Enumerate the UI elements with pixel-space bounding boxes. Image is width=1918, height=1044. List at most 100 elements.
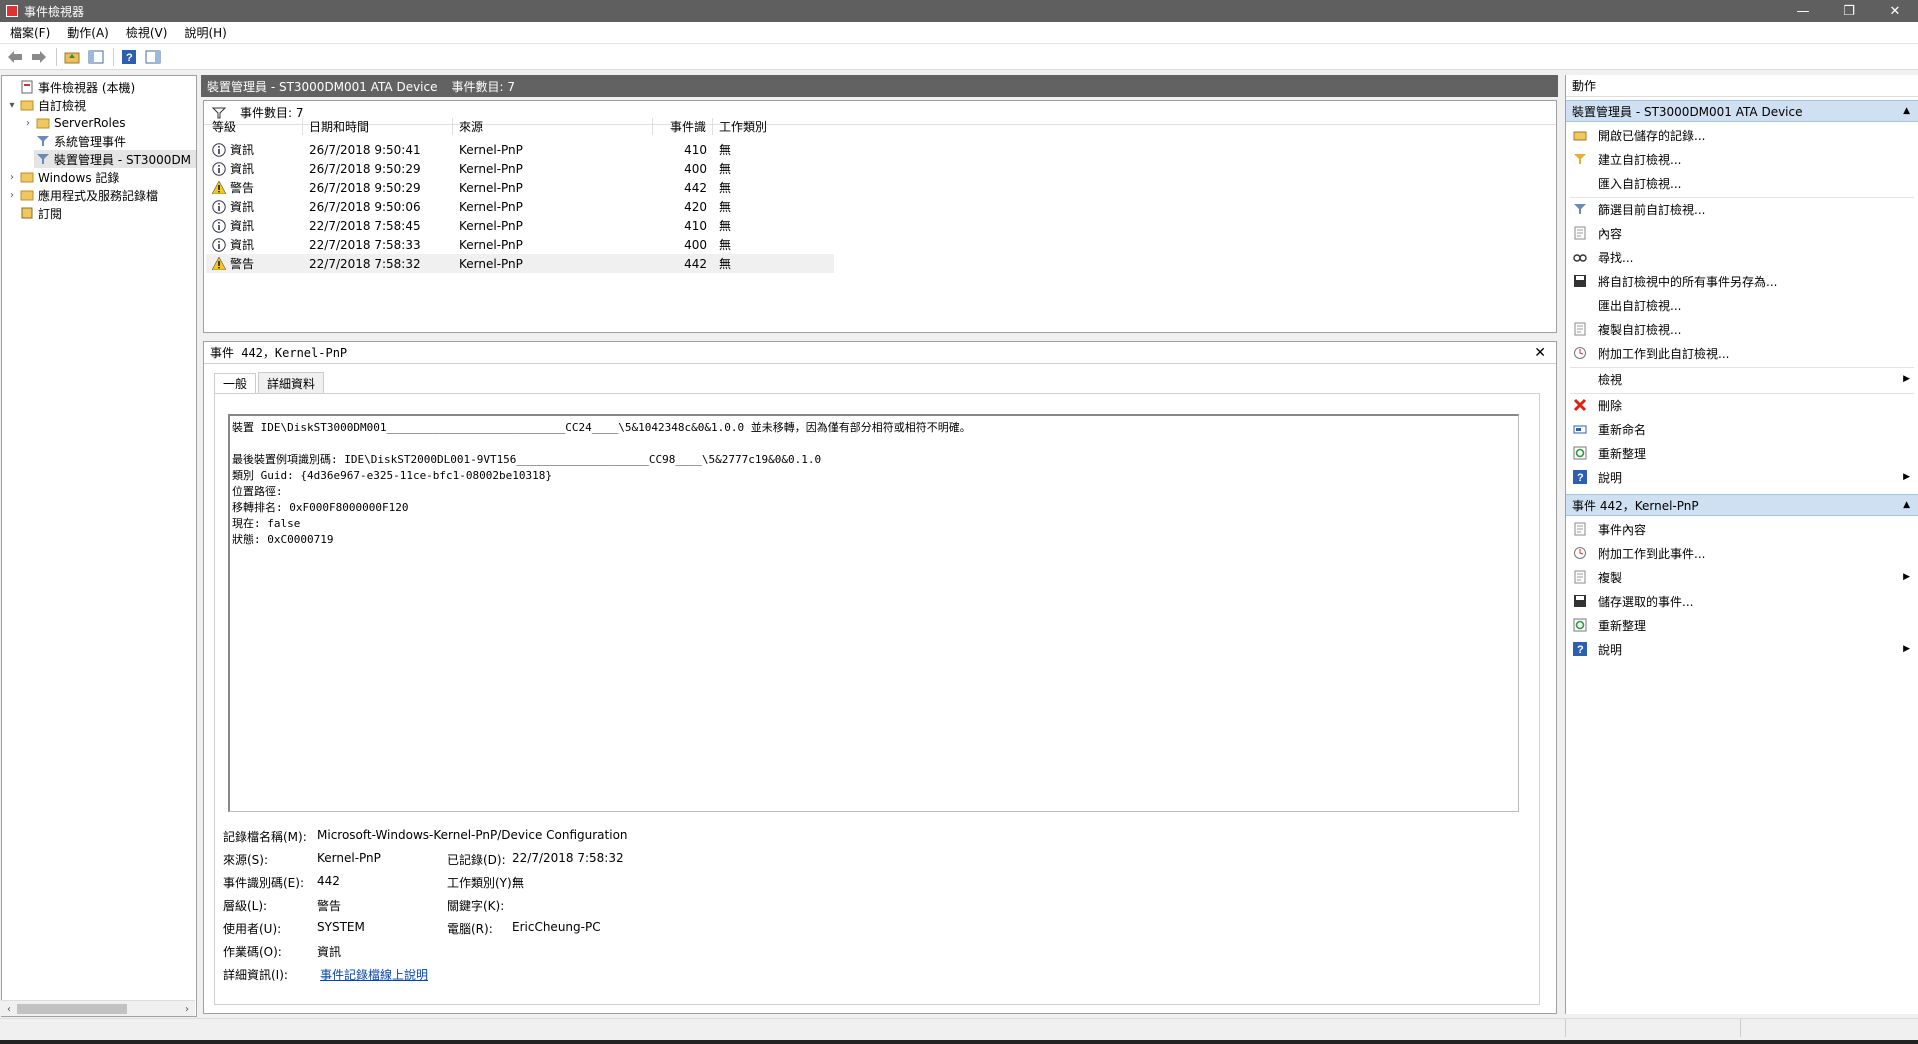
event-id-value[interactable]: 442 <box>317 874 340 888</box>
close-icon[interactable]: ✕ <box>1534 345 1546 361</box>
tree-item-device-manager[interactable]: 裝置管理員 - ST3000DM <box>34 150 196 168</box>
expand-chevron-icon[interactable]: › <box>22 118 34 129</box>
show-hide-console-tree-icon[interactable] <box>85 46 107 68</box>
collapse-triangle-icon[interactable]: ▲ <box>1903 500 1910 510</box>
row-date: 26/7/2018 9:50:29 <box>309 161 421 176</box>
column-header-source[interactable]: 來源 <box>453 118 653 135</box>
table-row[interactable]: 資訊 22/7/2018 7:58:45 Kernel-PnP 410 無 <box>206 216 834 235</box>
back-arrow-icon[interactable] <box>4 46 26 68</box>
expand-chevron-icon[interactable]: › <box>6 190 18 201</box>
toolbar: ? <box>0 44 1918 70</box>
collapse-triangle-icon[interactable]: ▲ <box>1903 106 1910 116</box>
action-item[interactable]: 匯出自訂檢視... <box>1566 294 1918 316</box>
table-row[interactable]: 資訊 26/7/2018 9:50:41 Kernel-PnP 410 無 <box>206 140 834 159</box>
action-item[interactable]: 重新命名 <box>1566 418 1918 440</box>
info-icon <box>212 161 226 176</box>
description-line: 裝置 IDE\DiskST3000DM001__________________… <box>232 421 971 434</box>
user-value[interactable]: SYSTEM <box>317 920 365 934</box>
online-help-link[interactable]: 事件記錄檔線上說明 <box>320 966 428 983</box>
menu-file[interactable]: 檔案(F) <box>0 24 57 41</box>
tree-label-root: 事件檢視器 (本機) <box>38 80 136 95</box>
task-category-value[interactable]: 無 <box>512 874 524 891</box>
actions-section-header[interactable]: 事件 442，Kernel-PnP ▲ <box>1566 494 1918 516</box>
restore-button[interactable]: ❐ <box>1826 0 1872 22</box>
table-row[interactable]: 資訊 22/7/2018 7:58:33 Kernel-PnP 400 無 <box>206 235 834 254</box>
action-item[interactable]: 內容 <box>1566 222 1918 244</box>
action-item[interactable]: 匯入自訂檢視... <box>1566 172 1918 194</box>
action-item[interactable]: 尋找... <box>1566 246 1918 268</box>
row-date: 26/7/2018 9:50:41 <box>309 142 421 157</box>
help-icon[interactable]: ? <box>118 46 140 68</box>
action-item[interactable]: 重新整理 <box>1566 442 1918 464</box>
show-hide-action-pane-icon[interactable] <box>142 46 164 68</box>
action-item[interactable]: 篩選目前自訂檢視... <box>1566 198 1918 220</box>
close-window-button[interactable]: ✕ <box>1872 0 1918 22</box>
action-item[interactable]: 複製 ▶ <box>1566 566 1918 588</box>
column-header-task-category[interactable]: 工作類別 <box>713 118 773 135</box>
tree-item-app-logs[interactable]: › 應用程式及服務記錄檔 <box>6 186 158 204</box>
action-item[interactable]: 將自訂檢視中的所有事件另存為... <box>1566 270 1918 292</box>
log-name-value[interactable]: Microsoft-Windows-Kernel-PnP/Device Conf… <box>317 828 628 842</box>
menu-help[interactable]: 說明(H) <box>174 24 233 41</box>
tab-general[interactable]: 一般 <box>214 373 257 394</box>
column-header-date[interactable]: 日期和時間 <box>303 118 453 135</box>
forward-arrow-icon[interactable] <box>28 46 50 68</box>
row-event-id: 400 <box>684 237 707 252</box>
opcode-value[interactable]: 資訊 <box>317 943 341 960</box>
action-item[interactable]: 重新整理 <box>1566 614 1918 636</box>
events-list: 事件數目: 7 等級 日期和時間 來源 事件識 工作類別 資訊 26/7/2018 9:50… <box>203 100 1557 333</box>
menu-view[interactable]: 檢視(V) <box>116 24 175 41</box>
actions-section-header[interactable]: 裝置管理員 - ST3000DM001 ATA Device ▲ <box>1566 100 1918 122</box>
subscription-icon <box>21 207 33 219</box>
detail-header: 事件 442，Kernel-PnP ✕ <box>204 342 1556 364</box>
tree-horizontal-scrollbar[interactable]: ‹ › <box>1 1000 195 1016</box>
tree-item-windows-logs[interactable]: › Windows 記錄 <box>6 168 119 186</box>
event-description[interactable]: 裝置 IDE\DiskST3000DM001__________________… <box>228 414 1519 812</box>
action-item[interactable]: 建立自訂檢視... <box>1566 148 1918 170</box>
action-item[interactable]: 附加工作到此事件... <box>1566 542 1918 564</box>
action-item[interactable]: 開啟已儲存的記錄... <box>1566 124 1918 146</box>
computer-value[interactable]: EricCheung-PC <box>512 920 601 934</box>
description-line: 類別 Guid: {4d36e967-e325-11ce-bfc1-08002b… <box>232 469 553 482</box>
log-name-label: 記錄檔名稱(M): <box>223 830 307 844</box>
scrollbar-thumb[interactable] <box>17 1004 127 1014</box>
action-item[interactable]: 刪除 <box>1566 394 1918 416</box>
expand-chevron-icon[interactable]: › <box>6 172 18 183</box>
scroll-right-arrow-icon[interactable]: › <box>179 1001 195 1017</box>
row-date: 22/7/2018 7:58:32 <box>309 256 421 271</box>
tree-item-root[interactable]: 事件檢視器 (本機) <box>6 78 135 96</box>
event-id-label: 事件識別碼(E): <box>223 876 304 890</box>
collapse-chevron-icon[interactable]: ▾ <box>6 100 18 111</box>
action-item[interactable]: 檢視 ▶ <box>1566 368 1918 390</box>
event-viewer-icon <box>21 80 33 94</box>
tree-item-subscriptions[interactable]: 訂閱 <box>18 204 62 222</box>
filter-icon <box>1572 201 1588 217</box>
table-row[interactable]: 資訊 26/7/2018 9:50:06 Kernel-PnP 420 無 <box>206 197 834 216</box>
minimize-button[interactable]: — <box>1780 0 1826 22</box>
action-item[interactable]: 儲存選取的事件... <box>1566 590 1918 612</box>
tree-item-admin-events[interactable]: 系統管理事件 <box>34 132 126 150</box>
tab-details[interactable]: 詳細資料 <box>258 372 325 393</box>
action-item[interactable]: 複製自訂檢視... <box>1566 318 1918 340</box>
column-header-event-id[interactable]: 事件識 <box>653 118 713 135</box>
level-value[interactable]: 警告 <box>317 897 341 914</box>
table-row[interactable]: 警告 22/7/2018 7:58:32 Kernel-PnP 442 無 <box>206 254 834 273</box>
table-row[interactable]: 警告 26/7/2018 9:50:29 Kernel-PnP 442 無 <box>206 178 834 197</box>
column-header-level[interactable]: 等級 <box>206 118 303 135</box>
logged-value[interactable]: 22/7/2018 7:58:32 <box>512 851 624 865</box>
source-value[interactable]: Kernel-PnP <box>317 851 381 865</box>
action-item[interactable]: ? 說明 ▶ <box>1566 638 1918 660</box>
tree-item-custom-views[interactable]: ▾ 自訂檢視 <box>6 96 86 114</box>
tree-item-server-roles[interactable]: › ServerRoles <box>22 114 125 132</box>
action-item[interactable]: 事件內容 <box>1566 518 1918 540</box>
scroll-left-arrow-icon[interactable]: ‹ <box>1 1001 17 1017</box>
action-item[interactable]: 附加工作到此自訂檢視... <box>1566 342 1918 364</box>
table-row[interactable]: 資訊 26/7/2018 9:50:29 Kernel-PnP 400 無 <box>206 159 834 178</box>
menu-action[interactable]: 動作(A) <box>57 24 116 41</box>
row-source: Kernel-PnP <box>459 180 523 195</box>
events-table-header: 等級 日期和時間 來源 事件識 工作類別 <box>206 117 773 136</box>
logged-label: 已記錄(D): <box>447 853 506 867</box>
row-level: 警告 <box>230 181 255 195</box>
up-folder-icon[interactable] <box>61 46 83 68</box>
action-item[interactable]: ? 說明 ▶ <box>1566 466 1918 488</box>
